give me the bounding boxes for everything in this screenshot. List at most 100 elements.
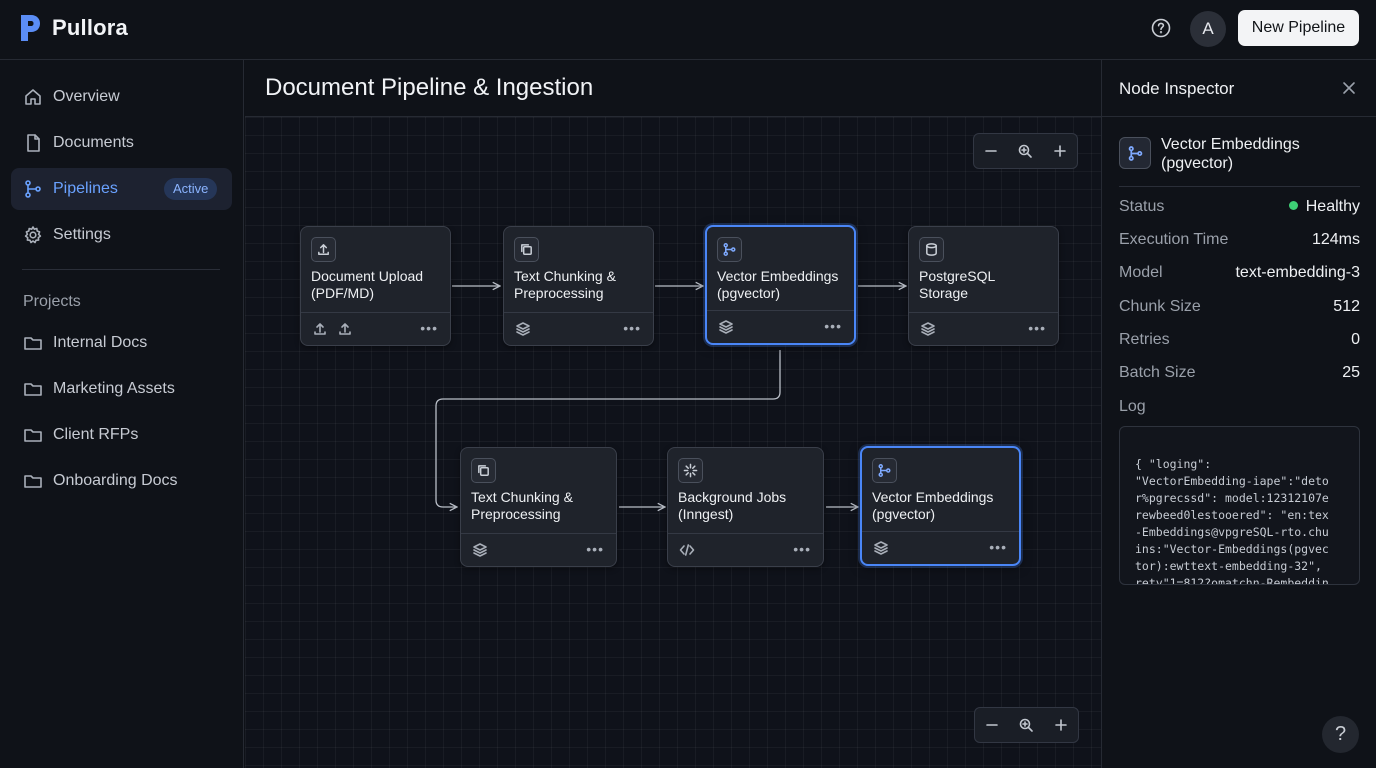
node-footer: ••• <box>909 312 1058 345</box>
code-icon[interactable] <box>679 542 695 558</box>
projects-heading: Projects <box>23 293 81 310</box>
node-title: Vector Embeddings (pgvector) <box>717 268 839 301</box>
zoom-in-icon[interactable] <box>1052 143 1068 159</box>
zoom-reset-icon[interactable] <box>1018 717 1034 733</box>
status-text: Healthy <box>1305 198 1360 215</box>
zoom-reset-icon[interactable] <box>1017 143 1033 159</box>
log-text: { "loging": "VectorEmbedding-iape":"deto… <box>1135 457 1329 585</box>
project-item-label: Marketing Assets <box>53 380 175 397</box>
project-item-label: Client RFPs <box>53 426 139 443</box>
layers-icon[interactable] <box>873 540 889 556</box>
layers-icon[interactable] <box>718 319 734 335</box>
inspector-header: Node Inspector <box>1102 60 1376 117</box>
zoom-out-icon[interactable] <box>983 143 999 159</box>
node-vector-embeddings-2[interactable]: Vector Embeddings (pgvector) ••• <box>860 446 1021 566</box>
zoom-controls-bottom <box>974 707 1079 743</box>
node-footer: ••• <box>862 531 1019 564</box>
layers-icon[interactable] <box>920 321 936 337</box>
prop-chunk-size: Chunk Size 512 <box>1119 298 1360 320</box>
node-inspector: Node Inspector Vector Embeddings (pgvect… <box>1101 60 1376 768</box>
zoom-in-icon[interactable] <box>1053 717 1069 733</box>
zoom-out-icon[interactable] <box>984 717 1000 733</box>
prop-model: Model text-embedding-3 <box>1119 264 1360 286</box>
file-icon <box>23 133 43 153</box>
project-item-internal-docs[interactable]: Internal Docs <box>11 322 232 364</box>
sidebar-item-label: Documents <box>53 134 134 151</box>
more-icon[interactable]: ••• <box>1028 320 1046 336</box>
folder-icon <box>23 471 43 491</box>
folder-icon <box>23 425 43 445</box>
main-header: Document Pipeline & Ingestion <box>245 60 1101 117</box>
prop-key: Model <box>1119 264 1163 281</box>
sidebar-item-pipelines[interactable]: Pipelines Active <box>11 168 232 210</box>
prop-value: 0 <box>1351 331 1360 348</box>
more-icon[interactable]: ••• <box>420 320 438 336</box>
node-title: Document Upload (PDF/MD) <box>311 268 424 301</box>
layers-icon[interactable] <box>472 542 488 558</box>
node-footer: ••• <box>668 533 823 566</box>
git-branch-icon <box>872 458 897 483</box>
prop-value: 25 <box>1342 364 1360 381</box>
prop-key: Chunk Size <box>1119 298 1201 315</box>
more-icon[interactable]: ••• <box>586 541 604 557</box>
pipeline-edges <box>435 117 1101 768</box>
close-icon[interactable] <box>1341 80 1357 96</box>
sidebar-item-overview[interactable]: Overview <box>11 76 232 118</box>
node-vector-embeddings[interactable]: Vector Embeddings (pgvector) ••• <box>705 225 856 345</box>
node-postgresql-storage[interactable]: PostgreSQL Storage ••• <box>908 226 1059 346</box>
new-pipeline-button[interactable]: New Pipeline <box>1238 10 1359 46</box>
top-bar: Pullora A New Pipeline <box>0 0 1376 60</box>
node-title: PostgreSQL Storage <box>919 268 996 301</box>
node-footer: ••• <box>707 310 854 343</box>
more-icon[interactable]: ••• <box>623 320 641 336</box>
inspector-node-name: Vector Embeddings (pgvector) <box>1161 136 1300 172</box>
folder-icon <box>23 379 43 399</box>
prop-key: Execution Time <box>1119 231 1229 248</box>
prop-value: text-embedding-3 <box>1235 264 1360 281</box>
inspector-node-summary: Vector Embeddings (pgvector) <box>1119 135 1360 187</box>
sidebar-item-settings[interactable]: Settings <box>11 214 232 256</box>
node-title: Text Chunking & Preprocessing <box>514 268 616 301</box>
page-title: Document Pipeline & Ingestion <box>265 74 594 101</box>
folder-icon <box>23 333 43 353</box>
git-branch-icon <box>717 237 742 262</box>
log-output[interactable]: { "loging": "VectorEmbedding-iape":"deto… <box>1119 426 1360 585</box>
help-circle-icon[interactable] <box>1150 17 1172 39</box>
node-footer: ••• <box>504 312 653 345</box>
avatar[interactable]: A <box>1190 11 1226 47</box>
layers-icon[interactable] <box>515 321 531 337</box>
project-item-label: Onboarding Docs <box>53 472 178 489</box>
sidebar-item-label: Overview <box>53 88 120 105</box>
upload-icon[interactable] <box>337 321 353 337</box>
sidebar-divider <box>22 269 220 270</box>
app-name: Pullora <box>52 15 128 40</box>
prop-value: 124ms <box>1311 231 1360 248</box>
upload-icon <box>311 237 336 262</box>
main-panel: Document Pipeline & Ingestion Document U… <box>245 60 1101 768</box>
node-document-upload[interactable]: Document Upload (PDF/MD) ••• <box>300 226 451 346</box>
copy-icon <box>514 237 539 262</box>
project-item-client-rfps[interactable]: Client RFPs <box>11 414 232 456</box>
help-button[interactable]: ? <box>1322 716 1359 753</box>
more-icon[interactable]: ••• <box>989 539 1007 555</box>
more-icon[interactable]: ••• <box>824 318 842 334</box>
sidebar-item-documents[interactable]: Documents <box>11 122 232 164</box>
project-item-marketing-assets[interactable]: Marketing Assets <box>11 368 232 410</box>
git-branch-icon <box>1119 137 1151 169</box>
upload-icon[interactable] <box>312 321 328 337</box>
more-icon[interactable]: ••• <box>793 541 811 557</box>
brand[interactable]: Pullora <box>18 13 128 43</box>
node-title: Vector Embeddings (pgvector) <box>872 489 994 522</box>
sidebar: Overview Documents Pipelines Active Sett… <box>0 60 244 768</box>
home-icon <box>23 87 43 107</box>
prop-status: Status Healthy <box>1119 198 1360 220</box>
node-text-chunking-2[interactable]: Text Chunking & Preprocessing ••• <box>460 447 617 567</box>
pipeline-canvas[interactable]: Document Upload (PDF/MD) ••• Text Chunki… <box>245 117 1101 768</box>
node-background-jobs[interactable]: Background Jobs (Inngest) ••• <box>667 447 824 567</box>
project-item-onboarding-docs[interactable]: Onboarding Docs <box>11 460 232 502</box>
database-icon <box>919 237 944 262</box>
project-item-label: Internal Docs <box>53 334 148 351</box>
prop-execution-time: Execution Time 124ms <box>1119 231 1360 253</box>
node-text-chunking[interactable]: Text Chunking & Preprocessing ••• <box>503 226 654 346</box>
prop-batch-size: Batch Size 25 <box>1119 364 1360 386</box>
